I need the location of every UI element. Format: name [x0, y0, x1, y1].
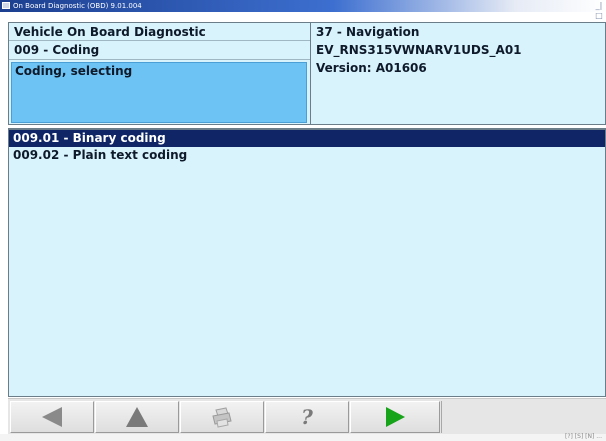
window-controls[interactable]: _|□: [594, 1, 604, 20]
current-step-label: Coding, selecting: [15, 64, 133, 78]
part-number-label: EV_RNS315VWNARV1UDS_A01: [316, 43, 522, 57]
back-button[interactable]: [10, 401, 94, 433]
bottom-toolbar: ?: [8, 398, 606, 434]
back-arrow-icon: [42, 407, 62, 427]
help-button[interactable]: ?: [265, 401, 349, 433]
print-button[interactable]: [180, 401, 264, 433]
window-title: On Board Diagnostic (OBD) 9.01.004: [13, 2, 142, 10]
list-item-binary-coding[interactable]: 009.01 - Binary coding: [9, 129, 605, 147]
up-arrow-icon: [126, 407, 148, 427]
app-icon: [2, 2, 10, 9]
control-unit-label: 37 - Navigation: [316, 25, 420, 39]
up-button[interactable]: [95, 401, 179, 433]
current-step-area: Coding, selecting: [11, 62, 307, 123]
toolbar-separator: [441, 401, 442, 433]
status-bar: [?] [S] [N] ...: [0, 433, 606, 441]
version-label: Version: A01606: [316, 61, 427, 75]
window-title-bar: On Board Diagnostic (OBD) 9.01.004 _|□: [0, 0, 606, 20]
header-right-panel: 37 - Navigation EV_RNS315VWNARV1UDS_A01 …: [310, 22, 606, 125]
coding-options-list: 009.01 - Binary coding 009.02 - Plain te…: [8, 128, 606, 397]
list-item-plain-text-coding[interactable]: 009.02 - Plain text coding: [9, 147, 605, 164]
diagnostic-title: Vehicle On Board Diagnostic: [9, 23, 310, 41]
print-icon: [212, 407, 232, 428]
status-text: [?] [S] [N] ...: [565, 433, 602, 440]
forward-arrow-icon: [386, 407, 405, 427]
help-icon: ?: [301, 405, 313, 429]
function-label: 009 - Coding: [9, 41, 310, 60]
forward-button[interactable]: [350, 401, 440, 433]
header-left-panel: Vehicle On Board Diagnostic 009 - Coding…: [8, 22, 311, 125]
